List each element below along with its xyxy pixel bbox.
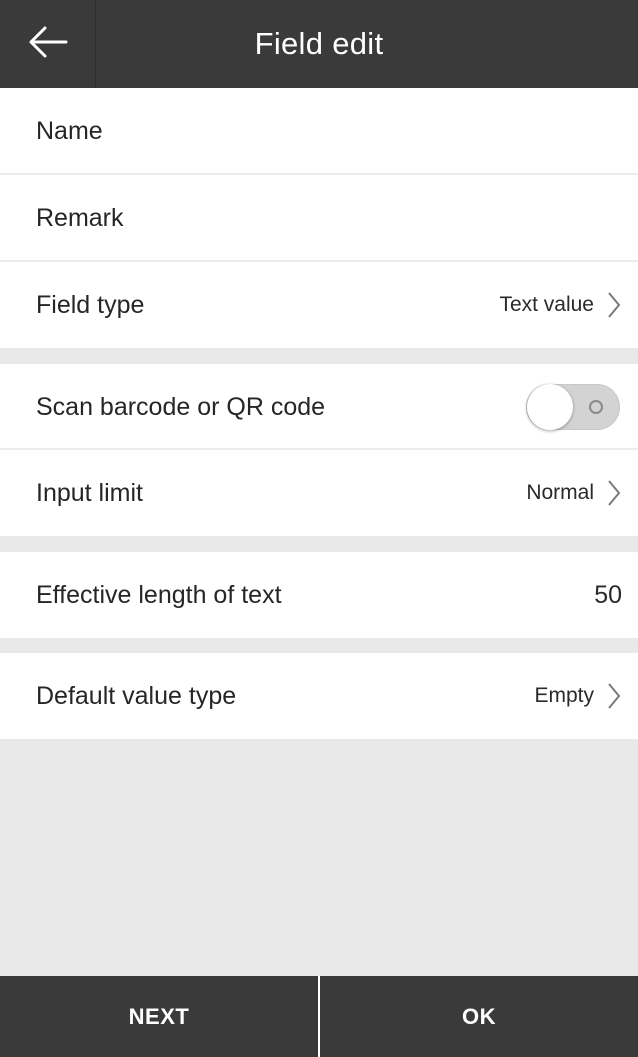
toggle-knob: [527, 384, 573, 430]
field-edit-screen: Field edit Name Remark Field type Text v…: [0, 0, 638, 1057]
app-header: Field edit: [0, 0, 638, 88]
next-button[interactable]: NEXT: [0, 976, 318, 1057]
chevron-right-icon: [604, 290, 624, 320]
remark-label: Remark: [36, 203, 124, 232]
back-button[interactable]: [0, 0, 96, 88]
input-limit-label: Input limit: [36, 478, 143, 507]
scan-barcode-label: Scan barcode or QR code: [36, 392, 326, 421]
field-type-label: Field type: [36, 290, 145, 319]
input-limit-row[interactable]: Input limit Normal: [0, 450, 638, 536]
default-value-type-row[interactable]: Default value type Empty: [0, 653, 638, 739]
field-type-row[interactable]: Field type Text value: [0, 262, 638, 348]
default-value-type-value: Empty: [534, 684, 594, 707]
effective-length-label: Effective length of text: [36, 580, 282, 609]
toggle-off-indicator-icon: [589, 400, 603, 414]
scan-barcode-toggle[interactable]: [526, 384, 620, 430]
ok-button[interactable]: OK: [320, 976, 638, 1057]
chevron-right-icon: [604, 681, 624, 711]
field-type-value: Text value: [499, 293, 594, 316]
name-label: Name: [36, 116, 103, 145]
name-field[interactable]: Name: [0, 88, 638, 174]
arrow-left-icon: [28, 25, 68, 64]
remark-field[interactable]: Remark: [0, 175, 638, 261]
default-value-type-label: Default value type: [36, 681, 237, 710]
input-limit-value: Normal: [526, 481, 594, 504]
effective-length-row[interactable]: Effective length of text 50: [0, 552, 638, 638]
scan-barcode-row: Scan barcode or QR code: [0, 364, 638, 450]
chevron-right-icon: [604, 478, 624, 508]
page-title: Field edit: [254, 26, 384, 61]
effective-length-value: 50: [594, 580, 622, 609]
footer-bar: NEXT OK: [0, 976, 638, 1057]
